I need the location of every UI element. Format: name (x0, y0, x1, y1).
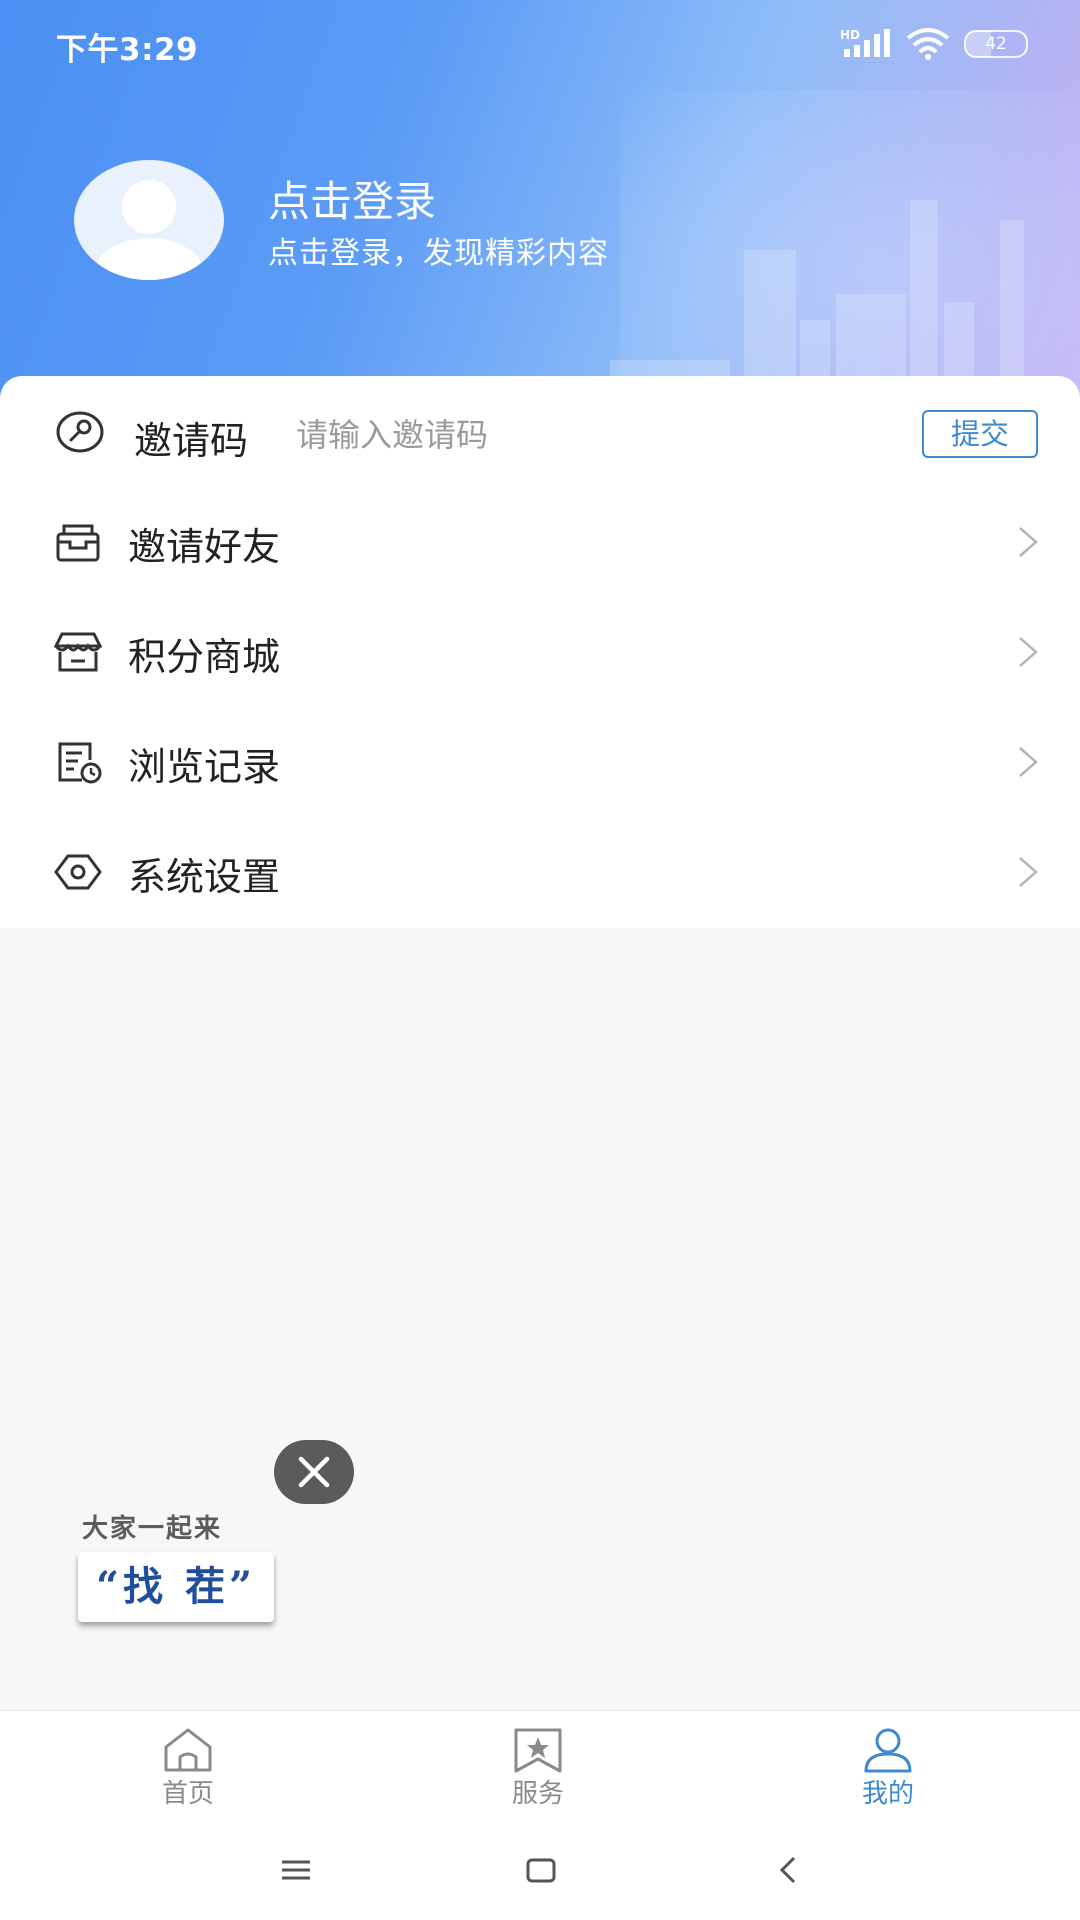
tab-services[interactable]: 服务 (438, 1711, 638, 1821)
status-time: 下午3:29 (56, 32, 199, 68)
ad-title: “找 茬” (78, 1552, 274, 1622)
battery-indicator: 42 (964, 30, 1028, 58)
tab-label: 服务 (511, 1779, 564, 1809)
invite-code-row: 邀请码 提交 (0, 376, 1080, 486)
chevron-right-icon (1019, 857, 1038, 887)
network-type-label: HD (840, 28, 860, 42)
menu-item-label: 邀请好友 (128, 525, 281, 569)
floating-ad[interactable]: 大家一起来 “找 茬” (74, 1440, 354, 1630)
tab-home[interactable]: 首页 (88, 1711, 288, 1821)
invite-code-icon (56, 411, 104, 453)
menu-item-system-settings[interactable]: 系统设置 (0, 816, 1080, 926)
history-icon (58, 742, 102, 784)
menu-item-points-mall[interactable]: 积分商城 (0, 596, 1080, 706)
back-icon[interactable] (758, 1850, 818, 1890)
submit-button[interactable]: 提交 (922, 410, 1038, 458)
avatar[interactable] (74, 160, 224, 280)
login-subtitle[interactable]: 点击登录，发现精彩内容 (268, 228, 609, 272)
bottom-tab-bar: 首页 服务 我的 (0, 1710, 1080, 1821)
star-bookmark-icon (514, 1728, 562, 1773)
default-avatar-icon (93, 180, 205, 280)
home-square-icon[interactable] (510, 1850, 570, 1890)
menu-item-label: 积分商城 (128, 635, 281, 679)
invite-code-input[interactable] (296, 412, 856, 458)
ad-tagline: 大家一起来 (82, 1514, 223, 1544)
settings-icon (54, 854, 102, 890)
tab-mine[interactable]: 我的 (788, 1711, 988, 1821)
menu-item-invite-friends[interactable]: 邀请好友 (0, 486, 1080, 596)
tab-label: 我的 (861, 1779, 914, 1809)
close-ad-button[interactable] (274, 1440, 354, 1504)
chevron-right-icon (1019, 747, 1038, 777)
menu-item-browse-history[interactable]: 浏览记录 (0, 706, 1080, 816)
wifi-icon (906, 28, 950, 60)
home-icon (164, 1728, 212, 1772)
menu-item-label: 浏览记录 (128, 745, 281, 789)
status-icons: HD 42 (840, 26, 1028, 62)
inbox-icon (56, 524, 100, 562)
menu-item-label: 系统设置 (128, 855, 281, 899)
system-navigation-bar (0, 1820, 1080, 1920)
invite-code-label: 邀请码 (134, 419, 249, 463)
login-title[interactable]: 点击登录 (268, 168, 436, 229)
menu-icon[interactable] (266, 1850, 326, 1890)
tab-label: 首页 (161, 1779, 214, 1809)
user-icon (864, 1728, 912, 1773)
status-bar: 下午3:29 HD 42 (0, 0, 1080, 84)
cellular-signal-icon: HD (840, 28, 890, 57)
chevron-right-icon (1019, 637, 1038, 667)
chevron-right-icon (1019, 527, 1038, 557)
close-icon (298, 1456, 330, 1488)
menu-card: 邀请码 提交 邀请好友 积分商城 (0, 376, 1080, 928)
store-icon (54, 632, 102, 672)
